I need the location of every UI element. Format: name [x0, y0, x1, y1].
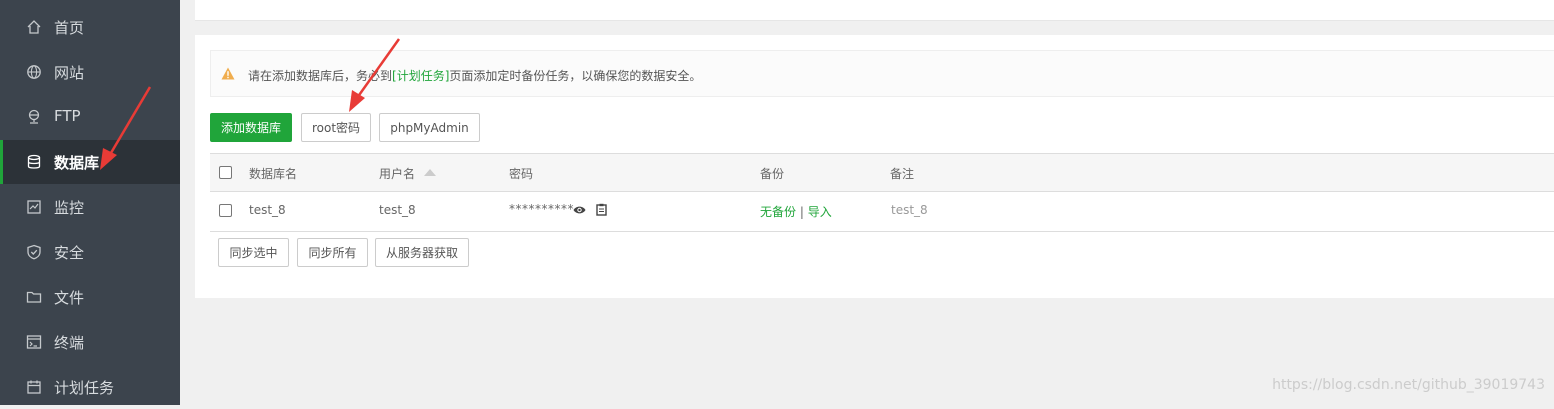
terminal-icon: [26, 335, 42, 349]
annotation-arrow-sidebar: [100, 86, 152, 170]
top-panel: [195, 0, 1554, 21]
backup-warning-alert: 请在添加数据库后，务必到[计划任务]页面添加定时备份任务，以确保您的数据安全。: [210, 50, 1554, 97]
column-db-name[interactable]: 数据库名: [249, 165, 297, 182]
sidebar-item-label: FTP: [54, 107, 81, 125]
root-password-button[interactable]: root密码: [301, 113, 371, 142]
sidebar-item-terminal[interactable]: 终端: [0, 320, 180, 364]
sync-selected-button[interactable]: 同步选中: [218, 238, 289, 267]
no-backup-link[interactable]: 无备份: [760, 205, 796, 219]
sidebar-item-label: 首页: [54, 19, 85, 37]
sort-asc-icon[interactable]: [424, 169, 436, 176]
phpmyadmin-button[interactable]: phpMyAdmin: [379, 113, 480, 142]
select-all-checkbox[interactable]: [219, 166, 232, 179]
database-icon: [27, 154, 41, 169]
sidebar-item-security[interactable]: 安全: [0, 230, 180, 274]
sidebar-item-cron[interactable]: 计划任务: [0, 365, 180, 409]
fetch-from-server-button[interactable]: 从服务器获取: [375, 238, 469, 267]
sidebar-item-files[interactable]: 文件: [0, 275, 180, 319]
monitor-icon: [27, 200, 41, 214]
database-table: 数据库名 用户名 密码 备份 备注 test_8 test_8 ********…: [210, 153, 1554, 232]
import-link[interactable]: 导入: [808, 205, 832, 219]
column-note: 备注: [890, 167, 915, 181]
alert-suffix: 页面添加定时备份任务，以确保您的数据安全。: [449, 69, 702, 83]
sidebar-item-label: 文件: [54, 289, 85, 307]
sidebar-item-label: 安全: [54, 244, 85, 262]
warning-icon: [221, 67, 235, 80]
backup-cell: 无备份 | 导入: [760, 203, 832, 220]
separator: |: [799, 205, 804, 219]
table-row: test_8 test_8 ********** 无备份 | 导入 test_8: [210, 192, 1554, 230]
add-database-button[interactable]: 添加数据库: [210, 113, 292, 142]
sidebar-item-label: 计划任务: [54, 379, 115, 397]
table-header: 数据库名 用户名 密码 备份 备注: [210, 154, 1554, 192]
watermark: https://blog.csdn.net/github_39019743: [1272, 377, 1545, 393]
sidebar-item-home[interactable]: 首页: [0, 5, 180, 49]
sidebar-item-monitor[interactable]: 监控: [0, 185, 180, 229]
home-icon: [27, 20, 41, 34]
sidebar-item-label: 网站: [54, 64, 85, 82]
row-checkbox[interactable]: [219, 204, 232, 217]
eye-icon[interactable]: [573, 205, 586, 215]
column-password: 密码: [509, 167, 534, 181]
folder-icon: [26, 291, 42, 303]
note-cell[interactable]: test_8: [891, 203, 928, 217]
calendar-icon: [27, 380, 41, 394]
copy-icon[interactable]: [596, 203, 607, 216]
shield-icon: [27, 244, 41, 260]
alert-message: 请在添加数据库后，务必到[计划任务]页面添加定时备份任务，以确保您的数据安全。: [248, 67, 701, 84]
annotation-arrow-root-password: [349, 38, 401, 112]
ftp-icon: [28, 109, 40, 124]
globe-icon: [27, 65, 41, 79]
sidebar-item-label: 数据库: [54, 154, 100, 172]
sidebar-item-label: 终端: [54, 334, 85, 352]
column-username[interactable]: 用户名: [379, 165, 415, 182]
password-masked: **********: [509, 202, 574, 216]
column-backup: 备份: [760, 167, 785, 181]
sync-all-button[interactable]: 同步所有: [297, 238, 368, 267]
sidebar-item-label: 监控: [54, 199, 85, 217]
username-cell: test_8: [379, 203, 416, 217]
db-name-cell: test_8: [249, 203, 286, 217]
sidebar: 首页 网站 FTP 数据库 监控 安全 文件 终端 计划任务: [0, 0, 180, 405]
